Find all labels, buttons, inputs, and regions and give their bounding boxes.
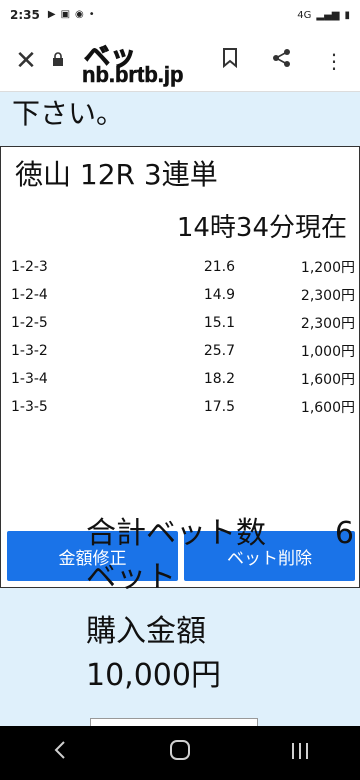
page-url: nb.brtb.jp	[82, 61, 184, 87]
update-time: 14時34分現在	[176, 213, 347, 243]
recents-icon[interactable]	[270, 741, 330, 766]
bet-row: 1-3-4 18.2 1,600円	[1, 365, 360, 393]
play-icon: ▶	[47, 9, 56, 20]
bet-count-label: 合計ベット数	[86, 516, 266, 551]
bet-unit: ベット	[86, 560, 176, 595]
status-time: 2:35	[10, 8, 40, 22]
home-icon[interactable]	[150, 739, 210, 767]
bet-odds: 14.9	[203, 287, 235, 303]
share-icon[interactable]	[256, 48, 308, 73]
bet-amount: 1,600円	[300, 372, 355, 388]
bet-row: 1-2-4 14.9 2,300円	[1, 281, 360, 309]
bet-row: 1-2-3 21.6 1,200円	[1, 253, 360, 281]
bet-odds: 15.1	[203, 315, 235, 331]
image-icon: ▣	[60, 9, 71, 20]
partial-input-field[interactable]	[90, 718, 258, 726]
browser-toolbar: ✕ ベッ nb.brtb.jp ⋮	[0, 30, 360, 92]
page-url-title[interactable]: ベッ nb.brtb.jp	[66, 30, 204, 92]
bet-row: 1-2-5 15.1 2,300円	[1, 309, 360, 337]
bet-odds: 18.2	[203, 371, 235, 387]
more-options-icon[interactable]: ⋮	[308, 49, 360, 73]
purchase-label: 購入金額	[86, 614, 206, 649]
bet-amount: 2,300円	[300, 288, 355, 304]
signal-icon: ▂▄▆	[316, 9, 340, 21]
bet-row: 1-3-5 17.5 1,600円	[1, 393, 360, 421]
bet-combo: 1-2-4	[11, 287, 48, 303]
bet-combo: 1-3-2	[11, 343, 48, 359]
instruction-text: 下さい。	[12, 97, 125, 130]
vpn-icon: ◉	[75, 9, 84, 20]
bet-amount: 2,300円	[300, 316, 355, 332]
status-bar: 2:35 ▶ ▣ ◉ • 4G ▂▄▆ ▮	[0, 0, 360, 30]
bet-amount: 1,200円	[300, 260, 355, 276]
bookmark-icon[interactable]	[204, 48, 256, 73]
bet-combo: 1-2-3	[11, 259, 48, 275]
close-icon[interactable]: ✕	[0, 46, 52, 76]
bet-odds: 21.6	[203, 259, 235, 275]
bet-odds: 17.5	[203, 399, 235, 415]
bet-count-line: 合計ベット数 6	[86, 512, 354, 556]
dot-icon: •	[88, 9, 95, 20]
notification-icons: ▶ ▣ ◉ •	[48, 10, 95, 20]
network-type: 4G	[297, 9, 312, 21]
bet-count-value: 6	[334, 516, 354, 551]
battery-icon: ▮	[344, 9, 350, 21]
bet-summary: 合計ベット数 6 ベット 購入金額 10,000円	[86, 512, 354, 698]
system-icons: 4G ▂▄▆ ▮	[297, 10, 350, 21]
bet-combo: 1-3-5	[11, 399, 48, 415]
bet-combo: 1-3-4	[11, 371, 48, 387]
bet-list: 1-2-3 21.6 1,200円 1-2-4 14.9 2,300円 1-2-…	[1, 253, 360, 421]
back-icon[interactable]	[30, 740, 90, 766]
race-title: 徳山 12R 3連単	[15, 158, 218, 191]
bet-amount: 1,600円	[300, 400, 355, 416]
lock-icon	[52, 52, 66, 69]
bet-row: 1-3-2 25.7 1,000円	[1, 337, 360, 365]
bet-amount: 1,000円	[300, 344, 355, 360]
navigation-bar	[0, 726, 360, 780]
bet-odds: 25.7	[203, 343, 235, 359]
bet-combo: 1-2-5	[11, 315, 48, 331]
purchase-value: 10,000円	[86, 658, 221, 693]
page-content: 下さい。 徳山 12R 3連単 14時34分現在 1-2-3 21.6 1,20…	[0, 92, 360, 726]
